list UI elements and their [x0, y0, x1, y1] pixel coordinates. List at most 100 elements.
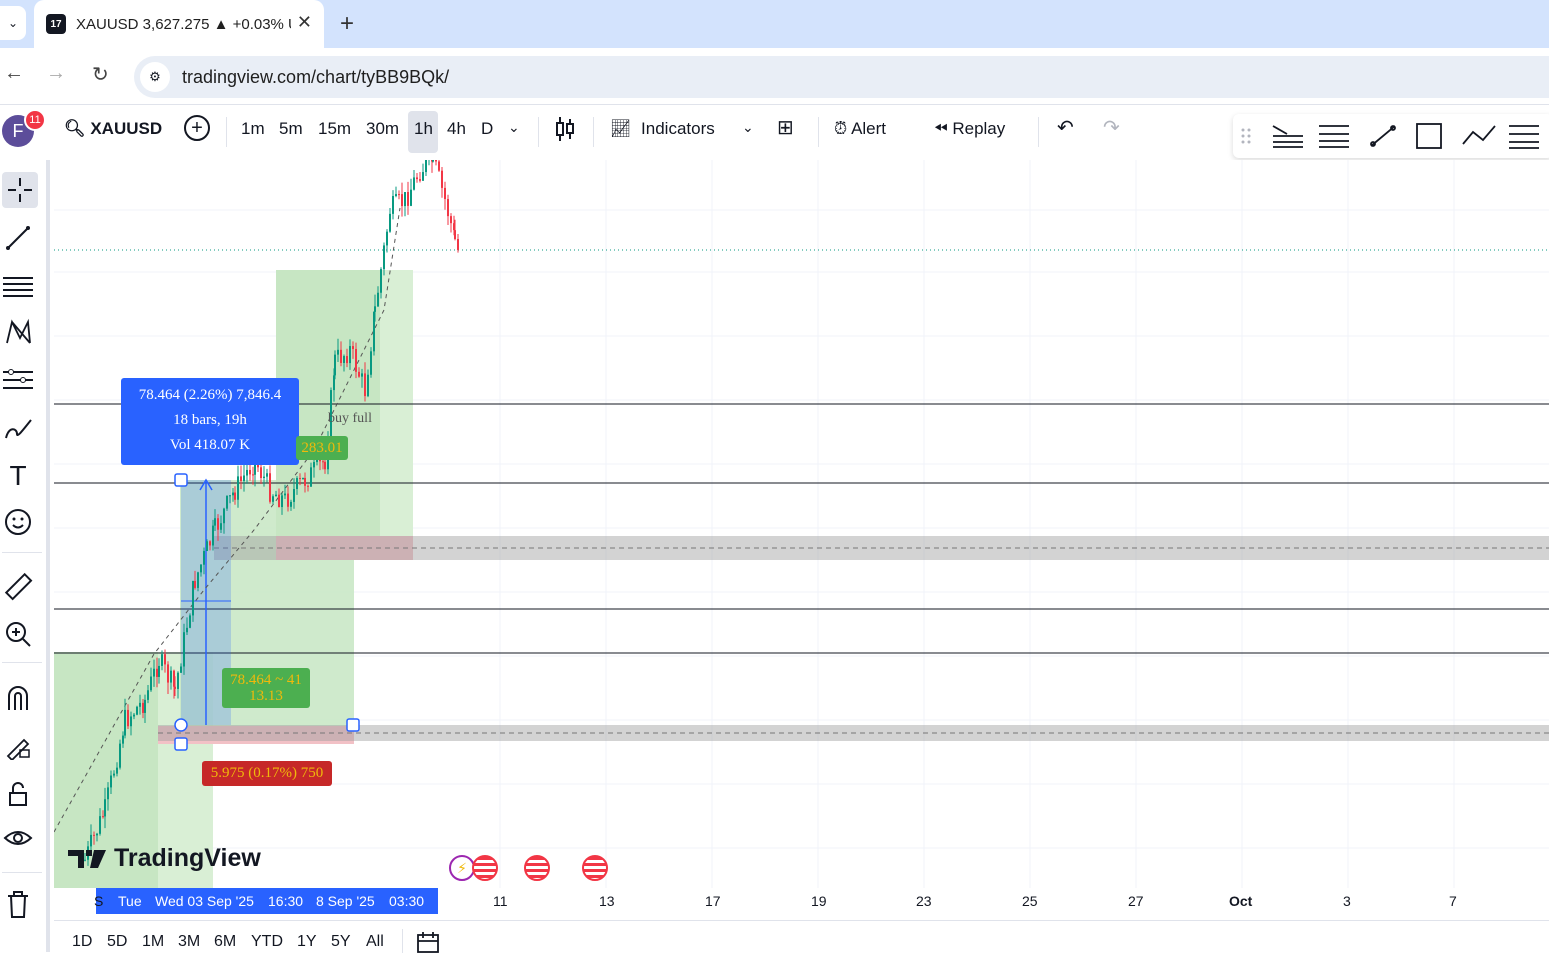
candle-body — [214, 518, 216, 526]
candle-body — [304, 477, 306, 486]
reload-icon[interactable]: ↻ — [92, 62, 109, 87]
hide-drawings-eye-icon[interactable] — [2, 822, 34, 854]
range-1y[interactable]: 1Y — [297, 933, 317, 951]
candle-body — [340, 349, 342, 363]
candle-body — [217, 518, 219, 530]
interval-1m[interactable]: 1m — [241, 119, 265, 139]
replay-button[interactable]: ⏪︎ Replay — [934, 119, 1005, 139]
candle-body — [355, 348, 357, 372]
interval-15m[interactable]: 15m — [318, 119, 351, 139]
lock-drawing-pencil-icon[interactable] — [2, 730, 34, 762]
trend-line-icon[interactable] — [2, 222, 34, 254]
candle-body — [324, 461, 326, 470]
us-economic-event-icon[interactable] — [582, 855, 608, 881]
time-tick-s: S — [94, 893, 104, 909]
time-axis[interactable]: S Tue Wed 03 Sep '25 16:30 8 Sep '25 03:… — [54, 888, 1549, 916]
forward-icon[interactable]: → — [46, 62, 66, 85]
fib-retracement-icon[interactable] — [2, 270, 34, 302]
templates-grid-icon[interactable]: ⊞ — [777, 115, 794, 140]
text-tool-icon[interactable]: T — [2, 460, 34, 492]
browser-tab[interactable]: 17 XAUUSD 3,627.275 ▲ +0.03% U ✕ — [34, 0, 324, 48]
candle-body — [229, 495, 231, 497]
us-economic-event-icon[interactable] — [472, 855, 498, 881]
candle-body — [104, 799, 106, 817]
candle-body — [122, 735, 124, 744]
tab-list-chevron-icon[interactable]: ⌄ — [0, 6, 26, 40]
chart-note-text[interactable]: buy full — [320, 411, 380, 431]
chart-pane[interactable]: 78.464 (2.26%) 7,846.4 18 bars, 19h Vol … — [54, 160, 1549, 888]
range-1d[interactable]: 1D — [72, 933, 92, 951]
candle-body — [209, 541, 211, 546]
undo-icon[interactable]: ↶ — [1057, 115, 1074, 140]
range-6m[interactable]: 6M — [214, 933, 236, 951]
site-settings-icon[interactable]: ⚙ — [140, 62, 170, 92]
alert-button[interactable]: ⏰︎ Alert — [834, 119, 886, 139]
indicators-button[interactable]: 📈︎ Indicators — [610, 119, 715, 139]
long-position-target-zone[interactable] — [380, 270, 413, 560]
indicators-label: Indicators — [641, 119, 715, 138]
candle-body — [147, 690, 149, 700]
back-icon[interactable]: ← — [4, 62, 24, 85]
candle-body — [349, 346, 351, 364]
time-tick: 7 — [1449, 893, 1457, 909]
interval-30m[interactable]: 30m — [366, 119, 399, 139]
candle-body — [170, 670, 172, 683]
range-label-start-date: Wed 03 Sep '25 — [155, 893, 254, 909]
candle-body — [322, 461, 324, 463]
candle-body — [419, 179, 421, 181]
range-all[interactable]: All — [366, 933, 384, 951]
candle-body — [275, 494, 277, 497]
tab-title: XAUUSD 3,627.275 ▲ +0.03% U — [76, 15, 291, 33]
pattern-tool-icon[interactable] — [2, 316, 34, 348]
candle-body — [220, 523, 222, 530]
zoom-in-icon[interactable] — [2, 618, 34, 650]
symbol-search-button[interactable]: 🔍︎ XAUUSD — [64, 119, 162, 139]
chart-type-candles-icon[interactable] — [554, 115, 576, 148]
candle-body — [260, 467, 262, 479]
interval-1h[interactable]: 1h — [414, 119, 433, 139]
candle-body — [174, 686, 176, 689]
new-tab-icon[interactable]: + — [340, 10, 354, 38]
candle-body — [249, 469, 251, 475]
candle-body — [377, 292, 379, 307]
url-text: tradingview.com/chart/tyBB9BQk/ — [182, 66, 450, 87]
go-to-date-calendar-icon[interactable] — [416, 931, 440, 958]
compare-symbol-icon[interactable]: + — [184, 115, 210, 141]
time-tick: 23 — [916, 893, 932, 909]
time-tick-month: Oct — [1229, 893, 1253, 909]
range-5y[interactable]: 5Y — [331, 933, 351, 951]
candle-body — [203, 551, 205, 565]
crosshair-icon[interactable] — [2, 172, 38, 208]
us-economic-event-icon[interactable] — [524, 855, 550, 881]
lock-all-drawings-icon[interactable] — [2, 778, 34, 810]
range-1m[interactable]: 1M — [142, 933, 164, 951]
range-ytd[interactable]: YTD — [251, 933, 283, 951]
candle-body — [383, 245, 385, 270]
interval-dropdown-icon[interactable]: ⌄ — [508, 119, 520, 136]
candle-body — [302, 477, 304, 480]
emoji-icon[interactable] — [2, 506, 34, 538]
interval-d[interactable]: D — [481, 119, 493, 139]
candle-body — [102, 816, 104, 818]
tradingview-logo-icon — [68, 849, 106, 868]
ruler-icon[interactable] — [2, 570, 34, 602]
trash-icon[interactable] — [2, 888, 34, 920]
candle-body — [139, 702, 141, 707]
close-tab-icon[interactable]: ✕ — [297, 12, 312, 33]
interval-5m[interactable]: 5m — [279, 119, 303, 139]
magnet-icon[interactable] — [2, 682, 34, 714]
candle-body — [284, 493, 286, 496]
candle-body — [161, 654, 163, 666]
candle-body — [113, 773, 115, 776]
range-3m[interactable]: 3M — [178, 933, 200, 951]
prediction-tool-icon[interactable] — [2, 364, 34, 396]
redo-icon[interactable]: ↷ — [1103, 115, 1120, 140]
candle-body — [237, 476, 239, 500]
indicators-dropdown-icon[interactable]: ⌄ — [742, 119, 754, 136]
candle-body — [401, 194, 403, 207]
interval-4h[interactable]: 4h — [447, 119, 466, 139]
brush-icon[interactable] — [2, 414, 34, 446]
range-5d[interactable]: 5D — [107, 933, 127, 951]
address-bar[interactable]: ⚙ tradingview.com/chart/tyBB9BQk/ — [134, 56, 1549, 98]
indicators-icon: 📈︎ — [610, 119, 632, 138]
